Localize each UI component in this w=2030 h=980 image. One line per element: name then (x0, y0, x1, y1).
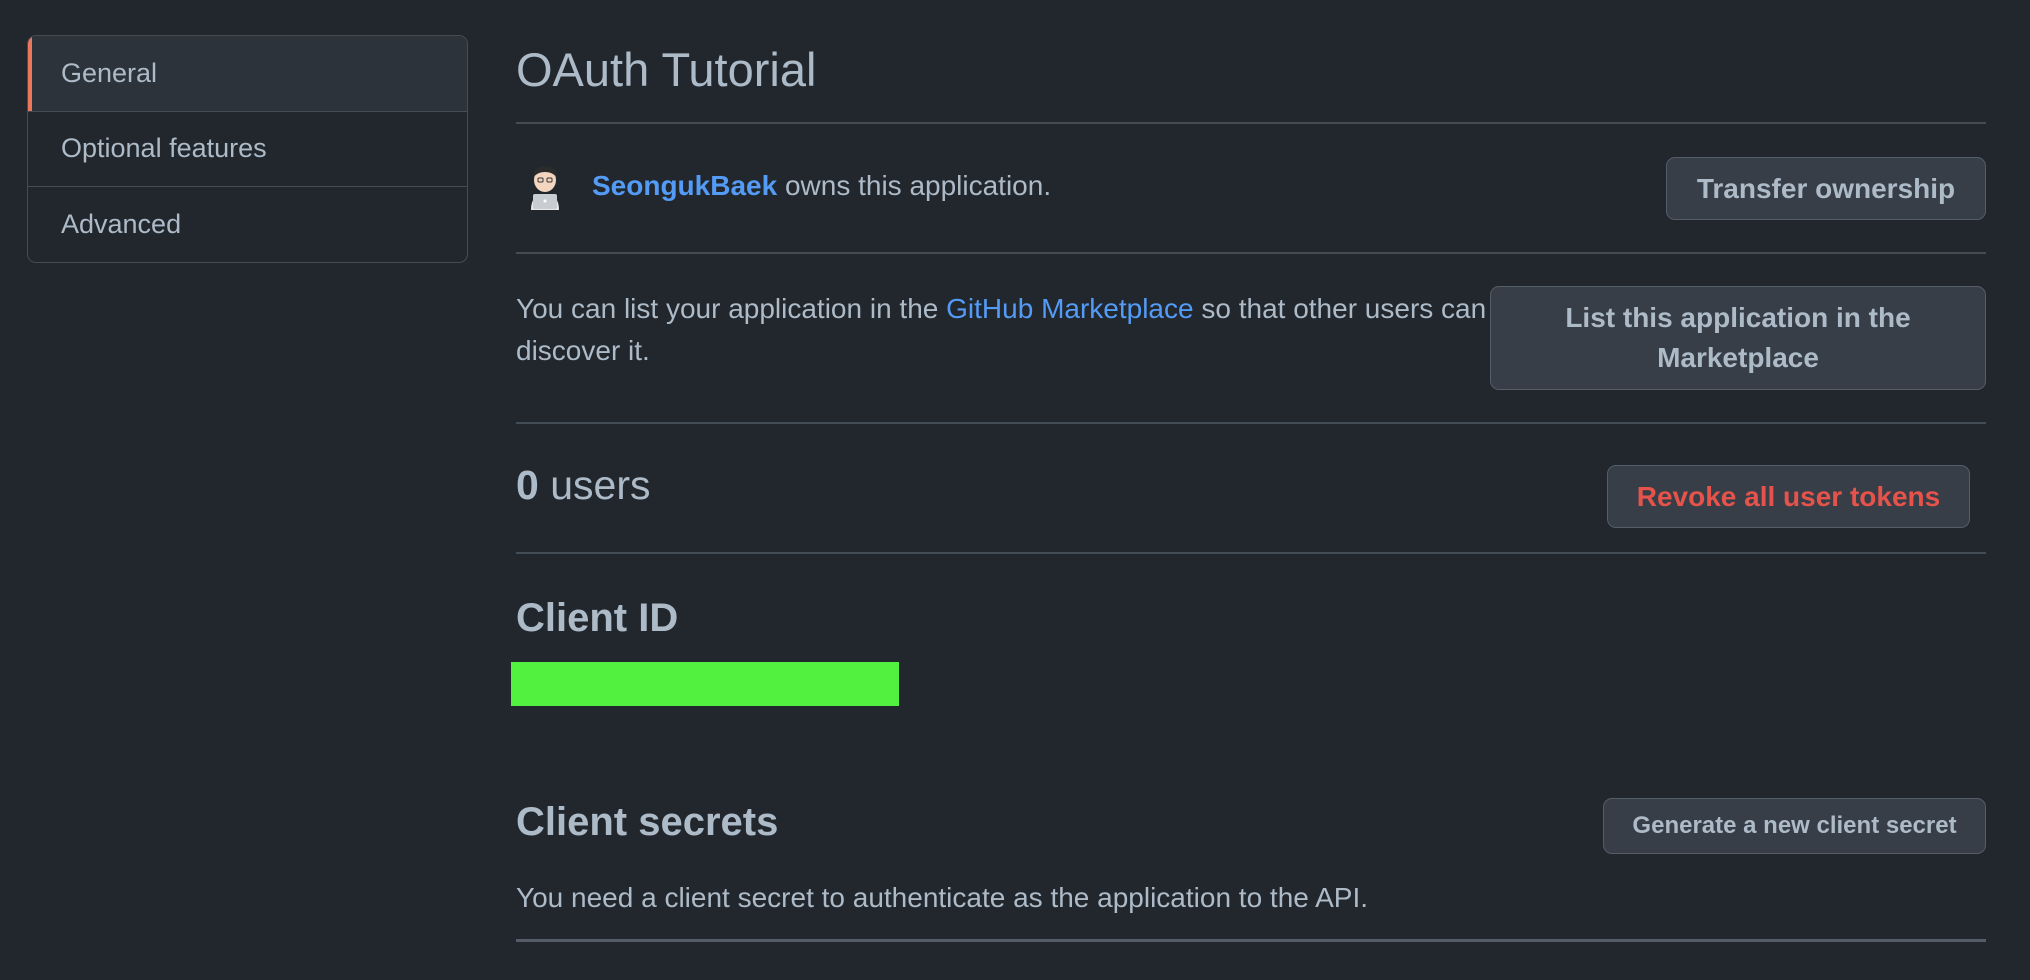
client-id-heading: Client ID (516, 596, 679, 640)
github-marketplace-link[interactable]: GitHub Marketplace (946, 293, 1193, 324)
user-count-value: 0 (516, 462, 539, 508)
app-settings-page: General Optional features Advanced OAuth… (0, 0, 2030, 980)
transfer-ownership-button[interactable]: Transfer ownership (1666, 157, 1986, 220)
user-count: 0 users (516, 462, 650, 509)
list-in-marketplace-button[interactable]: List this application in the Marketplace (1490, 286, 1986, 390)
developer-memoji-icon (531, 166, 559, 210)
client-secret-description: You need a client secret to authenticate… (516, 882, 1369, 913)
client-id-value (511, 662, 899, 706)
page-title: OAuth Tutorial (516, 43, 817, 96)
divider (516, 939, 1986, 942)
sidebar-item-label: General (61, 57, 158, 88)
client-secrets-heading: Client secrets (516, 800, 779, 844)
owner-statement: SeongukBaek owns this application. (592, 170, 1051, 202)
divider (516, 122, 1986, 124)
marketplace-description: You can list your application in the Git… (516, 288, 1506, 372)
marketplace-text-before: You can list your application in the (516, 293, 939, 324)
revoke-all-tokens-button[interactable]: Revoke all user tokens (1607, 465, 1970, 528)
user-count-label: users (550, 462, 651, 508)
divider (516, 422, 1986, 424)
divider (516, 252, 1986, 254)
sidebar-item-advanced[interactable]: Advanced (28, 187, 467, 262)
sidebar-item-label: Advanced (61, 209, 182, 240)
divider (516, 552, 1986, 554)
sidebar-item-optional-features[interactable]: Optional features (28, 112, 467, 187)
sidebar-item-label: Optional features (61, 133, 267, 164)
generate-client-secret-button[interactable]: Generate a new client secret (1603, 798, 1986, 854)
sidebar-item-general[interactable]: General (28, 36, 467, 112)
main-content: OAuth Tutorial SeongukBaek owns this app… (511, 0, 1986, 980)
owner-suffix: owns this application. (784, 170, 1052, 201)
settings-sidebar: General Optional features Advanced (27, 35, 468, 263)
owner-username-link[interactable]: SeongukBaek (592, 170, 777, 201)
